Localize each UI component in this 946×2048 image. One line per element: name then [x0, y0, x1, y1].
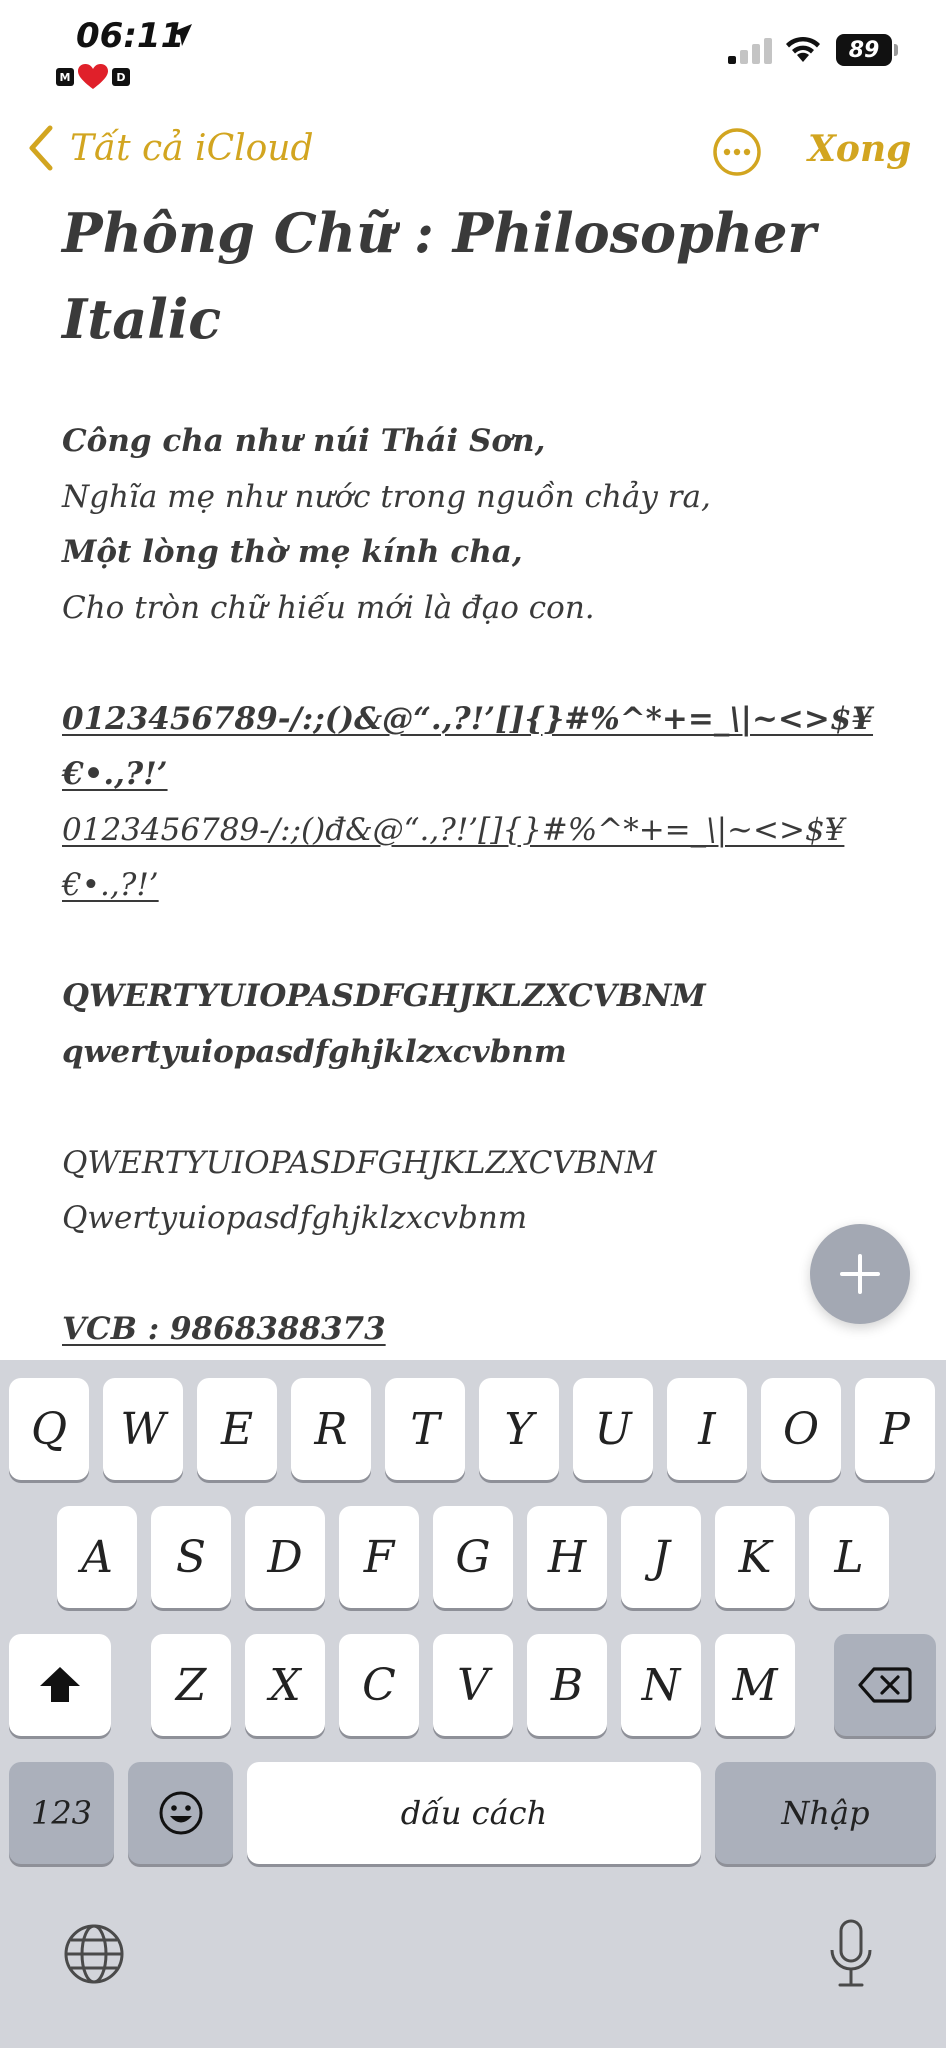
back-label: Tất cả iCloud [70, 127, 314, 169]
symbols-bold-line-2: €•.,?!’ [62, 756, 168, 792]
location-arrow-icon [170, 24, 192, 46]
wifi-icon [786, 36, 820, 62]
key-f[interactable]: F [339, 1506, 419, 1608]
symbols-regular: 0123456789-/:;()đ&@“.,?!’[]{}#%^*+=_\|~<… [62, 803, 892, 914]
key-s[interactable]: S [151, 1506, 231, 1608]
key-m[interactable]: M [715, 1634, 795, 1736]
space-key-label: dấu cách [400, 1794, 548, 1832]
key-n[interactable]: N [621, 1634, 701, 1736]
key-y[interactable]: Y [479, 1378, 559, 1480]
note-title-line-1: Phông Chữ : Philosopher [62, 201, 816, 265]
uppercase-regular-line: QWERTYUIOPASDFGHJKLZXCVBNM [62, 1144, 657, 1181]
key-z[interactable]: Z [151, 1634, 231, 1736]
symbols-regular-line-1: 0123456789-/:;()đ&@“.,?!’[]{}#%^*+=_\|~<… [62, 811, 845, 848]
key-c[interactable]: C [339, 1634, 419, 1736]
backspace-icon [858, 1667, 912, 1703]
symbols-bold: 0123456789-/:;()&@“.,?!’[]{}#%^*+=_\|~<>… [62, 692, 892, 803]
symbols-regular-line-2: €•.,?!’ [62, 867, 159, 903]
numbers-key-label: 123 [30, 1794, 93, 1832]
note-title-line-2: Italic [62, 287, 222, 351]
return-key[interactable]: Nhập [715, 1762, 936, 1864]
numbers-key[interactable]: 123 [9, 1762, 114, 1864]
note-body[interactable]: Phông Chữ : Philosopher Italic Công cha … [62, 190, 892, 1358]
emoji-key[interactable] [128, 1762, 233, 1864]
key-d[interactable]: D [245, 1506, 325, 1608]
cellular-signal-icon [728, 38, 772, 64]
key-i[interactable]: I [667, 1378, 747, 1480]
more-options-icon[interactable] [712, 127, 762, 177]
add-button[interactable] [810, 1224, 910, 1324]
key-b[interactable]: B [527, 1634, 607, 1736]
shift-arrow-icon [40, 1667, 80, 1702]
key-r[interactable]: R [291, 1378, 371, 1480]
focus-badge-right: D [112, 68, 130, 86]
keyboard: Q W E R T Y U I O P A S D F G H J K L Z … [0, 1360, 946, 2048]
key-j[interactable]: J [621, 1506, 701, 1608]
key-g[interactable]: G [433, 1506, 513, 1608]
battery-level: 89 [836, 34, 892, 66]
note-title: Phông Chữ : Philosopher Italic [62, 190, 892, 362]
return-key-label: Nhập [781, 1794, 870, 1832]
key-t[interactable]: T [385, 1378, 465, 1480]
poem-line-1: Công cha như núi Thái Sơn, [62, 423, 546, 459]
plus-icon [840, 1254, 880, 1294]
focus-indicator: M D [56, 64, 130, 89]
key-w[interactable]: W [103, 1378, 183, 1480]
bank-line: VCB : 9868388373 [62, 1302, 892, 1358]
key-q[interactable]: Q [9, 1378, 89, 1480]
uppercase-bold-line: QWERTYUIOPASDFGHJKLZXCVBNM [62, 978, 706, 1014]
back-button[interactable]: Tất cả iCloud [26, 124, 314, 172]
delete-key[interactable] [834, 1634, 936, 1736]
lowercase-bold-line: qwertyuiopasdfghjklzxcvbnm [62, 1033, 567, 1070]
microphone-icon[interactable] [826, 1918, 876, 1990]
key-x[interactable]: X [245, 1634, 325, 1736]
key-o[interactable]: O [761, 1378, 841, 1480]
battery-cap [894, 44, 898, 56]
status-bar: 06:11 M D 89 [0, 0, 946, 100]
poem-line-4: Cho tròn chữ hiếu mới là đạo con. [62, 589, 595, 626]
poem-line-3: Một lòng thờ mẹ kính cha, [62, 534, 523, 570]
key-v[interactable]: V [433, 1634, 513, 1736]
mixedcase-regular-line: Qwertyuiopasdfghjklzxcvbnm [62, 1200, 528, 1236]
key-h[interactable]: H [527, 1506, 607, 1608]
key-e[interactable]: E [197, 1378, 277, 1480]
key-u[interactable]: U [573, 1378, 653, 1480]
bank-account-text: VCB : 9868388373 [62, 1311, 386, 1347]
globe-icon[interactable] [62, 1922, 126, 1986]
focus-badge-left: M [56, 68, 74, 86]
key-a[interactable]: A [57, 1506, 137, 1608]
key-k[interactable]: K [715, 1506, 795, 1608]
chevron-left-icon [29, 125, 53, 171]
heart-icon [78, 64, 108, 89]
done-button[interactable]: Xong [808, 128, 911, 170]
key-l[interactable]: L [809, 1506, 889, 1608]
emoji-icon [159, 1791, 202, 1835]
key-p[interactable]: P [855, 1378, 935, 1480]
battery-indicator: 89 [836, 34, 898, 66]
space-key[interactable]: dấu cách [247, 1762, 701, 1864]
shift-key[interactable] [9, 1634, 111, 1736]
symbols-bold-line-1: 0123456789-/:;()&@“.,?!’[]{}#%^*+=_\|~<>… [62, 700, 874, 737]
poem-line-2: Nghĩa mẹ như nước trong nguồn chảy ra, [62, 478, 711, 515]
